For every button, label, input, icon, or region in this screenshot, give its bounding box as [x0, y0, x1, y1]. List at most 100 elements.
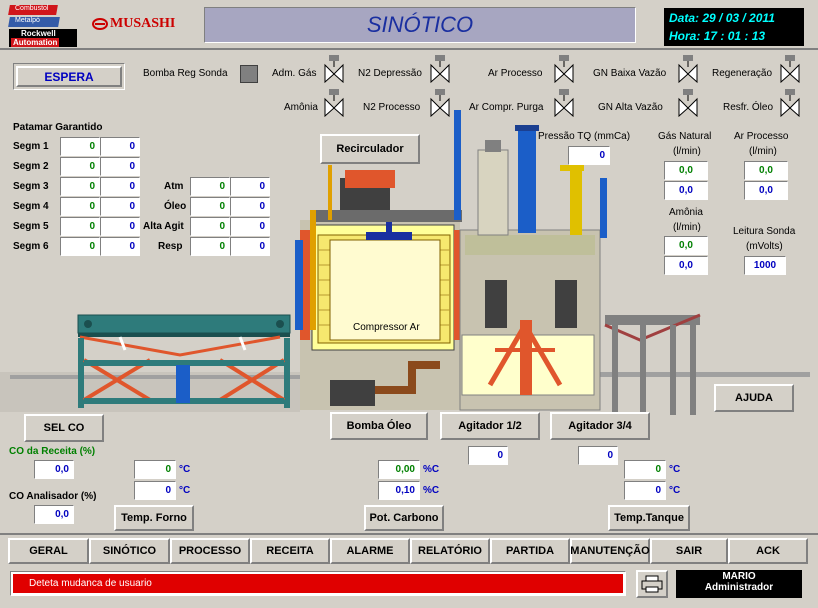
temp-forno-value-2: 0: [134, 481, 176, 500]
sel-co-label: SEL CO: [43, 422, 85, 434]
nav-partida[interactable]: PARTIDA: [490, 538, 570, 564]
conveyor-roller: [84, 320, 92, 328]
gas-natural-label: Gás Natural: [658, 131, 712, 142]
ajuda-button[interactable]: AJUDA: [714, 384, 794, 412]
temp-forno-label: Temp. Forno: [121, 512, 187, 524]
temp-forno-button[interactable]: Temp. Forno: [114, 505, 194, 531]
amonia-value-1: 0,0: [664, 236, 708, 255]
temp-tanque-label: Temp.Tanque: [614, 512, 684, 524]
nav-relatorio[interactable]: RELATÓRIO: [410, 538, 490, 564]
agitador-34-value: 0: [578, 446, 618, 465]
pressao-value: 0: [568, 146, 610, 165]
brand-logo: MUSASHI: [92, 16, 175, 32]
agitador-34-button[interactable]: Agitador 3/4: [550, 412, 650, 440]
valve-label-gn-baixa-vazao: GN Baixa Vazão: [593, 68, 667, 79]
temp-tanque-button[interactable]: Temp.Tanque: [608, 505, 690, 531]
co-analisador-label: CO Analisador (%): [9, 491, 97, 502]
valve-icon[interactable]: [554, 55, 574, 83]
logo-metalpo-text: Metalpó: [15, 17, 40, 24]
date-label: Data:: [669, 11, 700, 25]
valve-icon[interactable]: [324, 55, 344, 83]
valve-icon[interactable]: [780, 55, 800, 83]
nav-bar: GERAL SINÓTICO PROCESSO RECEITA ALARME R…: [8, 538, 808, 564]
user-role: Administrador: [704, 582, 774, 593]
leitura-sonda-label: Leitura Sonda: [733, 226, 796, 237]
print-button[interactable]: [636, 570, 668, 598]
gas-natural-value-2: 0,0: [664, 181, 708, 200]
nav-sinotico[interactable]: SINÓTICO: [89, 538, 170, 564]
conveyor-roller: [276, 320, 284, 328]
temp-tanque-unit-2: °C: [669, 485, 681, 496]
bomba-reg-sonda-label: Bomba Reg Sonda: [143, 68, 228, 79]
compressor-label: Compressor Ar: [353, 322, 420, 333]
valve-label-n2-depressao: N2 Depressão: [358, 68, 422, 79]
logo-automation-text: Automation: [11, 38, 60, 47]
temp-forno-unit-1: °C: [179, 464, 191, 475]
pot-carbono-unit-1: %C: [423, 464, 440, 475]
gas-natural-value-1: 0,0: [664, 161, 708, 180]
alarm-message-text: Deteta mudanca de usuario: [29, 578, 152, 589]
user-panel: MARIO Administrador: [676, 570, 802, 598]
bomba-reg-sonda-indicator[interactable]: [240, 65, 258, 83]
nav-receita[interactable]: RECEITA: [250, 538, 330, 564]
amonia-label: Amônia: [669, 207, 703, 218]
leitura-sonda-unit: (mVolts): [746, 241, 783, 252]
agitador-34-label: Agitador 3/4: [568, 420, 632, 432]
user-name: MARIO: [722, 571, 756, 582]
co-analisador-value: 0,0: [34, 505, 74, 524]
status-button[interactable]: ESPERA: [13, 63, 125, 90]
pot-carbono-unit-2: %C: [423, 485, 440, 496]
amonia-value-2: 0,0: [664, 256, 708, 275]
alarm-message-bar: Deteta mudanca de usuario: [10, 571, 626, 596]
recirculador-button[interactable]: Recirculador: [320, 134, 420, 164]
co-receita-label: CO da Receita (%): [9, 446, 96, 457]
pot-carbono-button[interactable]: Pot. Carbono: [364, 505, 444, 531]
temp-forno-value-1: 0: [134, 460, 176, 479]
nav-geral[interactable]: GERAL: [8, 538, 89, 564]
pot-carbono-label: Pot. Carbono: [369, 512, 439, 524]
ar-processo-unit: (l/min): [749, 146, 777, 157]
temp-tanque-value-2: 0: [624, 481, 666, 500]
valve-label-ar-processo: Ar Processo: [488, 68, 543, 79]
valve-label-adm-gas: Adm. Gás: [272, 68, 317, 79]
brand-name: MUSASHI: [110, 16, 176, 31]
recirculador-label: Recirculador: [336, 143, 404, 155]
sel-co-button[interactable]: SEL CO: [24, 414, 104, 442]
agitador-12-button[interactable]: Agitador 1/2: [440, 412, 540, 440]
agitador-12-value: 0: [468, 446, 508, 465]
bomba-oleo-button[interactable]: Bomba Óleo: [330, 412, 428, 440]
page-title-text: SINÓTICO: [366, 12, 474, 37]
logo-combustol-text: Combustol: [15, 5, 49, 12]
pot-carbono-value-2: 0,10: [378, 481, 420, 500]
logo-rockwell-text: Rockwell: [21, 29, 56, 38]
pressao-label: Pressão TQ (mmCa): [538, 131, 631, 142]
nav-manutencao[interactable]: MANUTENÇÃO: [570, 538, 650, 564]
page-title: SINÓTICO: [204, 7, 636, 43]
ar-processo-value-2: 0,0: [744, 181, 788, 200]
ajuda-label: AJUDA: [735, 392, 773, 404]
nav-sair[interactable]: SAIR: [650, 538, 728, 564]
status-text: ESPERA: [44, 69, 94, 84]
clock-panel: Data: 29 / 03 / 2011 Hora: 17 : 01 : 13: [664, 8, 804, 46]
time-label: Hora:: [669, 29, 701, 43]
temp-tanque-value-1: 0: [624, 460, 666, 479]
printer-icon: [641, 575, 663, 593]
temp-forno-unit-2: °C: [179, 485, 191, 496]
valve-icon[interactable]: [430, 55, 450, 83]
gas-natural-unit: (l/min): [673, 146, 701, 157]
nav-ack[interactable]: ACK: [728, 538, 808, 564]
nav-processo[interactable]: PROCESSO: [170, 538, 250, 564]
temp-tanque-unit-1: °C: [669, 464, 681, 475]
nav-alarme[interactable]: ALARME: [330, 538, 410, 564]
date-value: 29 / 03 / 2011: [702, 11, 775, 25]
ar-processo-label: Ar Processo: [734, 131, 789, 142]
amonia-unit: (l/min): [673, 222, 701, 233]
valve-label-regeneracao: Regeneração: [712, 68, 773, 79]
ar-processo-value-1: 0,0: [744, 161, 788, 180]
co-receita-value: 0,0: [34, 460, 74, 479]
valve-icon[interactable]: [678, 55, 698, 83]
leitura-sonda-value: 1000: [744, 256, 786, 275]
bomba-oleo-label: Bomba Óleo: [346, 420, 412, 432]
musashi-icon: [92, 18, 108, 30]
time-value: 17 : 01 : 13: [703, 29, 766, 43]
